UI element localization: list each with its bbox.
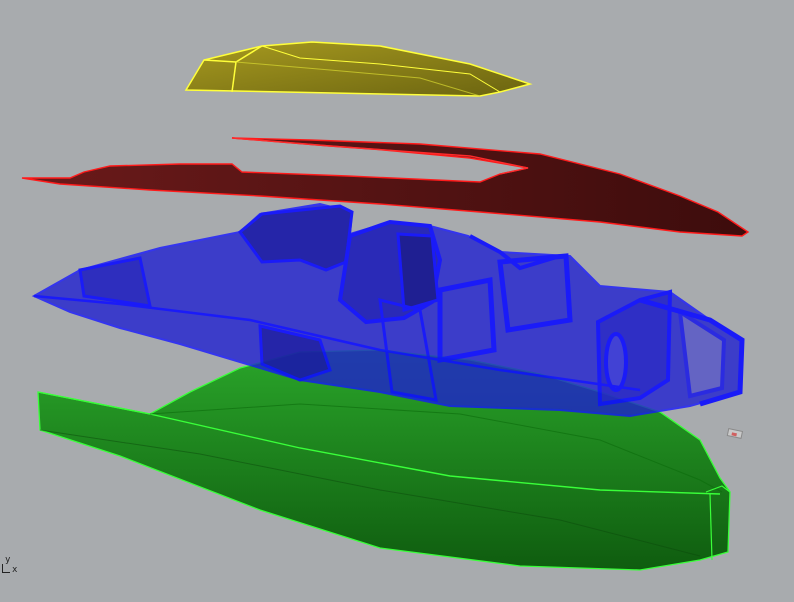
axis-x-label: x — [12, 565, 18, 575]
axis-y-label: y — [5, 555, 11, 565]
deck-part[interactable] — [21, 137, 750, 237]
axis-x-line — [2, 572, 10, 573]
small-object — [726, 428, 744, 439]
interior-structure-part[interactable] — [31, 202, 745, 418]
model-canvas[interactable] — [0, 0, 794, 602]
canopy-part[interactable] — [184, 41, 533, 97]
3d-viewport[interactable]: y x — [0, 0, 794, 602]
